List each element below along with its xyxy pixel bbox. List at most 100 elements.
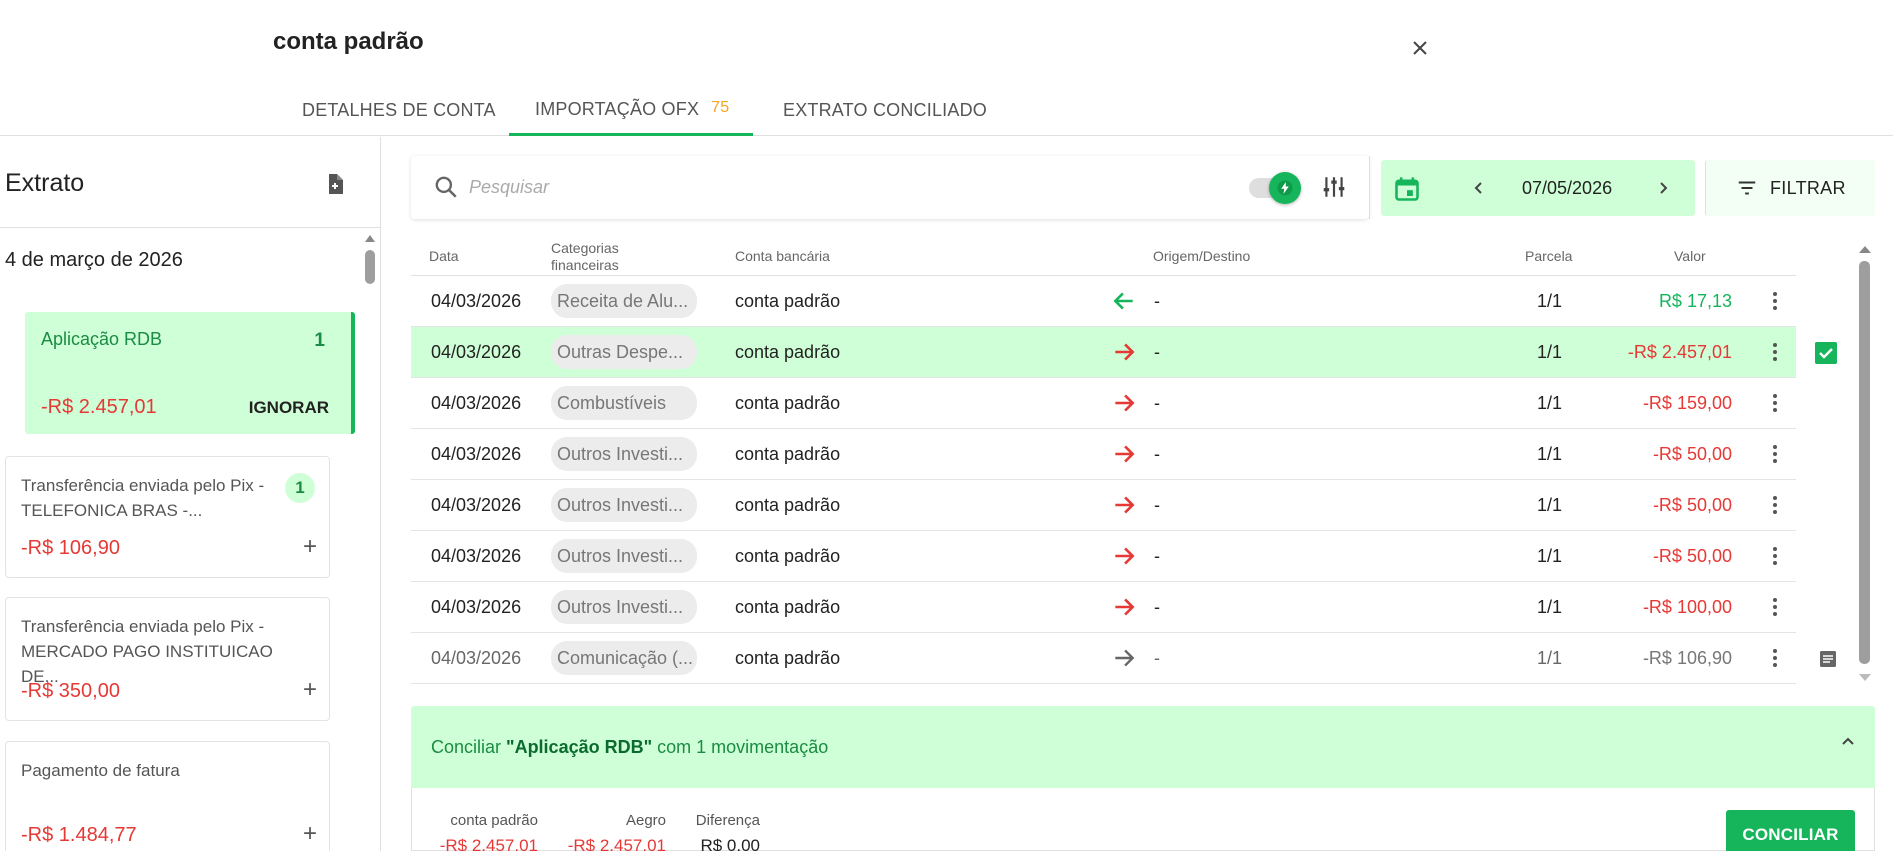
cell-origin: - <box>1154 647 1160 668</box>
category-chip[interactable]: Outros Investi... <box>551 590 697 624</box>
account-modal: conta padrão DETALHES DE CONTA IMPORTAÇÃ… <box>0 0 1893 851</box>
search-bar <box>411 156 1370 219</box>
add-icon[interactable]: + <box>303 820 317 848</box>
cell-value: -R$ 106,90 <box>1642 647 1732 668</box>
arrow-right-icon <box>1111 633 1137 683</box>
cell-category: Receita de Alu... <box>551 276 697 326</box>
category-chip[interactable]: Combustíveis <box>551 386 697 420</box>
reconcile-prefix: Conciliar <box>431 737 507 757</box>
table-row[interactable]: 04/03/2026 Outros Investi... conta padrão -… <box>411 531 1796 582</box>
more-vert-icon[interactable] <box>1763 493 1787 517</box>
cell-date: 04/03/2026 <box>431 545 522 566</box>
more-vert-icon[interactable] <box>1763 289 1787 313</box>
chevron-right-icon[interactable] <box>1651 176 1675 200</box>
table-row[interactable]: 04/03/2026 Comunicação (... conta padrão - 1… <box>411 633 1836 684</box>
summary-label: Diferença <box>695 812 760 829</box>
cell-account: conta padrão <box>735 290 841 311</box>
cell-origin: - <box>1154 596 1160 617</box>
table-row[interactable]: 04/03/2026 Receita de Alu... conta padrão -… <box>411 276 1796 327</box>
statement-card[interactable]: Pagamento de fatura -R$ 1.484,77 + <box>5 741 330 851</box>
reconcile-text: Conciliar "Aplicação RDB" com 1 moviment… <box>431 737 828 758</box>
tab-bar: DETALHES DE CONTA IMPORTAÇÃO OFX 75 EXTRA… <box>0 86 1893 136</box>
reconcile-header[interactable]: Conciliar "Aplicação RDB" com 1 moviment… <box>411 706 1875 788</box>
statement-card-active[interactable]: Aplicação RDB 1 -R$ 2.457,01 IGNORAR <box>25 312 355 434</box>
header-account: Conta bancária <box>735 248 830 264</box>
more-vert-icon[interactable] <box>1763 595 1787 619</box>
tab-account-details[interactable]: DETALHES DE CONTA <box>302 86 496 135</box>
calendar-icon[interactable] <box>1393 175 1421 203</box>
scrollbar-thumb[interactable] <box>1859 261 1870 664</box>
card-value: -R$ 106,90 <box>21 537 120 559</box>
cell-value: -R$ 50,00 <box>1652 545 1732 566</box>
divider <box>0 227 380 228</box>
cell-origin: - <box>1154 494 1160 515</box>
modal-title: conta padrão <box>273 28 424 55</box>
category-chip[interactable]: Outros Investi... <box>551 539 697 573</box>
cell-category: Comunicação (... <box>551 633 697 683</box>
cell-installment: 1/1 <box>1537 647 1563 668</box>
cell-installment: 1/1 <box>1537 494 1563 515</box>
statement-title: Extrato <box>5 169 85 197</box>
scrollbar-thumb[interactable] <box>365 250 375 284</box>
more-vert-icon[interactable] <box>1763 340 1787 364</box>
add-icon[interactable]: + <box>303 533 317 561</box>
ignore-button[interactable]: IGNORAR <box>249 398 329 418</box>
close-icon[interactable] <box>1408 36 1432 60</box>
cell-origin: - <box>1154 443 1160 464</box>
tab-label: IMPORTAÇÃO OFX <box>535 99 700 119</box>
more-vert-icon[interactable] <box>1763 646 1787 670</box>
tab-ofx-import[interactable]: IMPORTAÇÃO OFX 75 <box>509 86 753 136</box>
arrow-right-icon <box>1111 327 1137 377</box>
cell-account: conta padrão <box>735 596 841 617</box>
table-row[interactable]: 04/03/2026 Outras Despe... conta padrão - 1/… <box>411 327 1837 378</box>
summary-value: -R$ 2.457,01 <box>567 836 666 851</box>
tune-icon[interactable] <box>1321 174 1347 200</box>
date-navigator: 07/05/2026 <box>1381 160 1695 216</box>
checkbox-checked-icon[interactable] <box>1815 342 1837 364</box>
category-chip[interactable]: Outras Despe... <box>551 335 697 369</box>
header-installment: Parcela <box>1525 248 1573 264</box>
scroll-down-arrow-icon[interactable] <box>1858 673 1872 683</box>
card-title: Transferência enviada pelo Pix - TELEFON… <box>21 476 265 520</box>
cell-category: Combustíveis <box>551 378 697 428</box>
card-title: Pagamento de fatura <box>21 761 180 780</box>
reconcile-button[interactable]: CONCILIAR <box>1726 810 1855 851</box>
cell-value: -R$ 2.457,01 <box>1627 341 1732 362</box>
cell-installment: 1/1 <box>1537 290 1563 311</box>
table-row[interactable]: 04/03/2026 Outros Investi... conta padrão -… <box>411 582 1796 633</box>
statement-card[interactable]: Transferência enviada pelo Pix - MERCADO… <box>5 597 330 721</box>
selected-date[interactable]: 07/05/2026 <box>1522 178 1612 199</box>
chevron-left-icon[interactable] <box>1467 176 1491 200</box>
filter-button[interactable]: FILTRAR <box>1705 160 1875 216</box>
table-row[interactable]: 04/03/2026 Outros Investi... conta padrão -… <box>411 429 1796 480</box>
tab-badge: 75 <box>711 98 730 116</box>
table-row[interactable]: 04/03/2026 Outros Investi... conta padrão -… <box>411 480 1796 531</box>
card-value: -R$ 350,00 <box>21 680 120 702</box>
cell-category: Outros Investi... <box>551 429 697 479</box>
scroll-up-arrow-icon[interactable] <box>1858 244 1872 254</box>
search-input[interactable] <box>469 172 1069 202</box>
summary-label: Aegro <box>625 812 666 829</box>
statement-card[interactable]: Transferência enviada pelo Pix - TELEFON… <box>5 456 330 578</box>
more-vert-icon[interactable] <box>1763 544 1787 568</box>
document-icon[interactable] <box>1816 647 1840 671</box>
add-icon[interactable]: + <box>303 676 317 704</box>
cell-account: conta padrão <box>735 392 841 413</box>
category-chip[interactable]: Outros Investi... <box>551 488 697 522</box>
category-chip[interactable]: Outros Investi... <box>551 437 697 471</box>
category-chip[interactable]: Comunicação (... <box>551 641 697 675</box>
scroll-up-arrow-icon[interactable] <box>364 233 376 243</box>
auto-match-toggle[interactable] <box>1249 172 1301 204</box>
tab-reconciled-statement[interactable]: EXTRATO CONCILIADO <box>783 86 987 135</box>
chevron-up-icon[interactable] <box>1836 730 1860 754</box>
category-chip[interactable]: Receita de Alu... <box>551 284 697 318</box>
more-vert-icon[interactable] <box>1763 391 1787 415</box>
cell-value: -R$ 50,00 <box>1652 443 1732 464</box>
file-export-icon[interactable] <box>323 172 347 196</box>
reconcile-summary: conta padrão -R$ 2.457,01 Aegro -R$ 2.45… <box>411 788 1875 851</box>
reconcile-suffix: com 1 movimentação <box>652 737 829 757</box>
cell-installment: 1/1 <box>1537 596 1563 617</box>
more-vert-icon[interactable] <box>1763 442 1787 466</box>
table-row[interactable]: 04/03/2026 Combustíveis conta padrão - 1/1 -R… <box>411 378 1796 429</box>
summary-label: conta padrão <box>450 812 538 829</box>
